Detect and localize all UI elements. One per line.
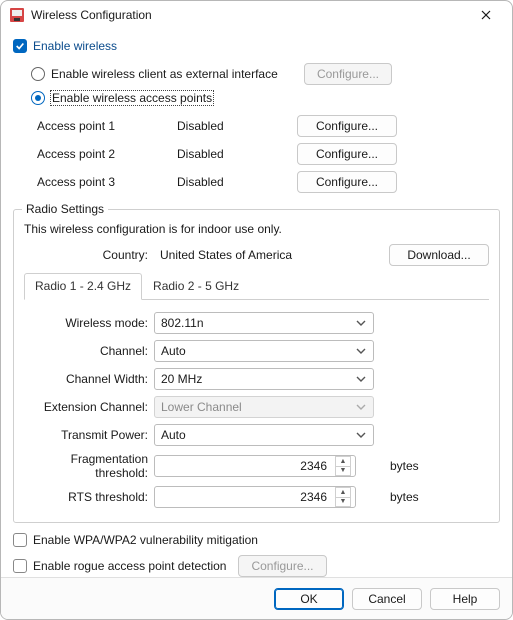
chevron-down-icon	[353, 320, 369, 326]
cancel-button[interactable]: Cancel	[352, 588, 422, 610]
wpa-mitigation-row: Enable WPA/WPA2 vulnerability mitigation	[13, 533, 500, 547]
frag-threshold-label: Fragmentation threshold:	[24, 452, 154, 480]
ap2-configure-button[interactable]: Configure...	[297, 143, 397, 165]
tab-radio-1[interactable]: Radio 1 - 2.4 GHz	[24, 273, 142, 300]
ap3-name: Access point 3	[37, 175, 177, 189]
ap3-configure-button[interactable]: Configure...	[297, 171, 397, 193]
dialog-footer: OK Cancel Help	[1, 577, 512, 620]
help-button[interactable]: Help	[430, 588, 500, 610]
extension-channel-select: Lower Channel	[154, 396, 374, 418]
frag-threshold-input[interactable]: 2346 ▲▼	[154, 455, 356, 477]
rts-threshold-spinner[interactable]: ▲▼	[335, 487, 351, 507]
rts-threshold-label: RTS threshold:	[24, 490, 154, 504]
mode-client-row: Enable wireless client as external inter…	[31, 67, 278, 81]
rogue-configure-button: Configure...	[238, 555, 326, 577]
window-title: Wireless Configuration	[31, 8, 468, 22]
wireless-config-dialog: Wireless Configuration Enable wireless E…	[0, 0, 513, 620]
wpa-mitigation-checkbox[interactable]	[13, 533, 27, 547]
radio-tabs: Radio 1 - 2.4 GHz Radio 2 - 5 GHz	[24, 272, 489, 300]
ok-button[interactable]: OK	[274, 588, 344, 610]
app-icon	[9, 7, 25, 23]
mode-client-configure-button: Configure...	[304, 63, 392, 85]
extension-channel-label: Extension Channel:	[24, 400, 154, 414]
chevron-down-icon	[353, 348, 369, 354]
mode-ap-label: Enable wireless access points	[51, 91, 213, 105]
radio-settings-legend: Radio Settings	[22, 202, 108, 216]
channel-width-select[interactable]: 20 MHz	[154, 368, 374, 390]
rts-threshold-input[interactable]: 2346 ▲▼	[154, 486, 356, 508]
indoor-note: This wireless configuration is for indoo…	[24, 222, 489, 236]
rogue-detection-label: Enable rogue access point detection	[33, 559, 226, 573]
access-points-grid: Access point 1 Disabled Configure... Acc…	[37, 115, 500, 193]
titlebar: Wireless Configuration	[1, 1, 512, 29]
close-button[interactable]	[468, 1, 504, 29]
wireless-mode-select[interactable]: 802.11n	[154, 312, 374, 334]
mode-ap-radio[interactable]	[31, 91, 45, 105]
frag-threshold-unit: bytes	[384, 459, 424, 473]
channel-label: Channel:	[24, 344, 154, 358]
mode-client-radio[interactable]	[31, 67, 45, 81]
ap1-name: Access point 1	[37, 119, 177, 133]
ap1-status: Disabled	[177, 119, 297, 133]
rogue-detection-row: Enable rogue access point detection Conf…	[13, 555, 500, 577]
content-area: Enable wireless Enable wireless client a…	[1, 29, 512, 577]
chevron-down-icon	[353, 404, 369, 410]
transmit-power-select[interactable]: Auto	[154, 424, 374, 446]
radio-form: Wireless mode: 802.11n Channel: Auto C	[24, 312, 489, 508]
ap2-status: Disabled	[177, 147, 297, 161]
transmit-power-label: Transmit Power:	[24, 428, 154, 442]
ap3-status: Disabled	[177, 175, 297, 189]
channel-width-label: Channel Width:	[24, 372, 154, 386]
radio-settings-group: Radio Settings This wireless configurati…	[13, 209, 500, 523]
ap1-configure-button[interactable]: Configure...	[297, 115, 397, 137]
enable-wireless-row: Enable wireless	[13, 39, 500, 53]
frag-threshold-spinner[interactable]: ▲▼	[335, 456, 351, 476]
enable-wireless-label: Enable wireless	[33, 39, 117, 53]
tab-radio-2[interactable]: Radio 2 - 5 GHz	[142, 273, 250, 300]
rogue-detection-checkbox[interactable]	[13, 559, 27, 573]
country-label: Country:	[24, 248, 154, 262]
wpa-mitigation-label: Enable WPA/WPA2 vulnerability mitigation	[33, 533, 258, 547]
mode-client-label: Enable wireless client as external inter…	[51, 67, 278, 81]
country-value: United States of America	[160, 248, 383, 262]
download-button[interactable]: Download...	[389, 244, 489, 266]
rts-threshold-unit: bytes	[384, 490, 424, 504]
wireless-mode-label: Wireless mode:	[24, 316, 154, 330]
close-icon	[481, 10, 491, 20]
chevron-down-icon	[353, 376, 369, 382]
channel-select[interactable]: Auto	[154, 340, 374, 362]
chevron-down-icon	[353, 432, 369, 438]
enable-wireless-checkbox[interactable]	[13, 39, 27, 53]
ap2-name: Access point 2	[37, 147, 177, 161]
